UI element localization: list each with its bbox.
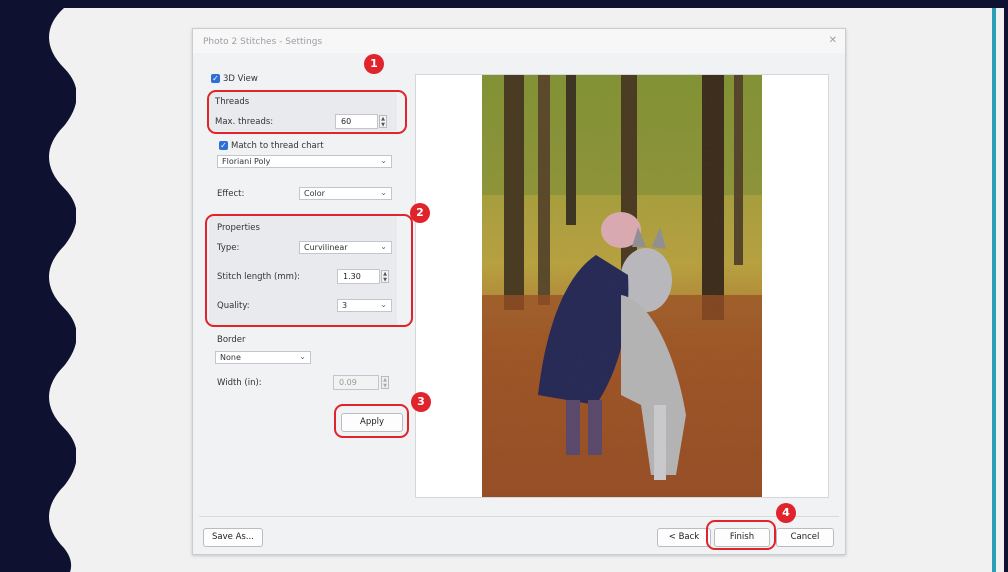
decorative-wave <box>14 8 76 572</box>
view-3d-checkbox[interactable]: ✓ <box>211 74 220 83</box>
stitch-preview-image <box>482 75 762 497</box>
step-badge-4: 4 <box>776 503 796 523</box>
border-width-label: Width (in): <box>217 378 262 388</box>
match-thread-chart-label: Match to thread chart <box>231 141 324 151</box>
highlight-finish <box>706 520 776 550</box>
chevron-down-icon: ⌄ <box>299 352 306 361</box>
highlight-threads <box>207 90 407 134</box>
dialog-titlebar: Photo 2 Stitches - Settings ✕ <box>193 29 845 53</box>
effect-label: Effect: <box>217 189 245 199</box>
border-dropdown[interactable]: None ⌄ <box>215 351 311 364</box>
save-as-button[interactable]: Save As... <box>203 528 263 547</box>
effect-dropdown[interactable]: Color ⌄ <box>299 187 392 200</box>
highlight-apply <box>334 404 409 438</box>
cancel-button[interactable]: Cancel <box>776 528 834 547</box>
border-heading: Border <box>217 335 246 345</box>
step-badge-1: 1 <box>364 54 384 74</box>
step-badge-3: 3 <box>411 392 431 412</box>
close-icon[interactable]: ✕ <box>829 35 837 46</box>
footer-separator <box>199 516 839 517</box>
accent-stripe <box>992 8 996 572</box>
preview-panel <box>415 74 829 498</box>
chevron-down-icon: ⌄ <box>380 156 387 165</box>
match-thread-chart-checkbox[interactable]: ✓ <box>219 141 228 150</box>
border-width-input[interactable]: 0.09 <box>333 375 379 390</box>
highlight-properties <box>205 214 413 327</box>
back-button[interactable]: < Back <box>657 528 711 547</box>
chevron-down-icon: ⌄ <box>380 188 387 197</box>
border-width-spinner[interactable]: ▲ ▼ <box>381 376 389 389</box>
view-3d-label: 3D View <box>223 74 258 84</box>
step-badge-2: 2 <box>410 203 430 223</box>
dialog-title: Photo 2 Stitches - Settings <box>203 37 323 47</box>
thread-chart-dropdown[interactable]: Floriani Poly ⌄ <box>217 155 392 168</box>
